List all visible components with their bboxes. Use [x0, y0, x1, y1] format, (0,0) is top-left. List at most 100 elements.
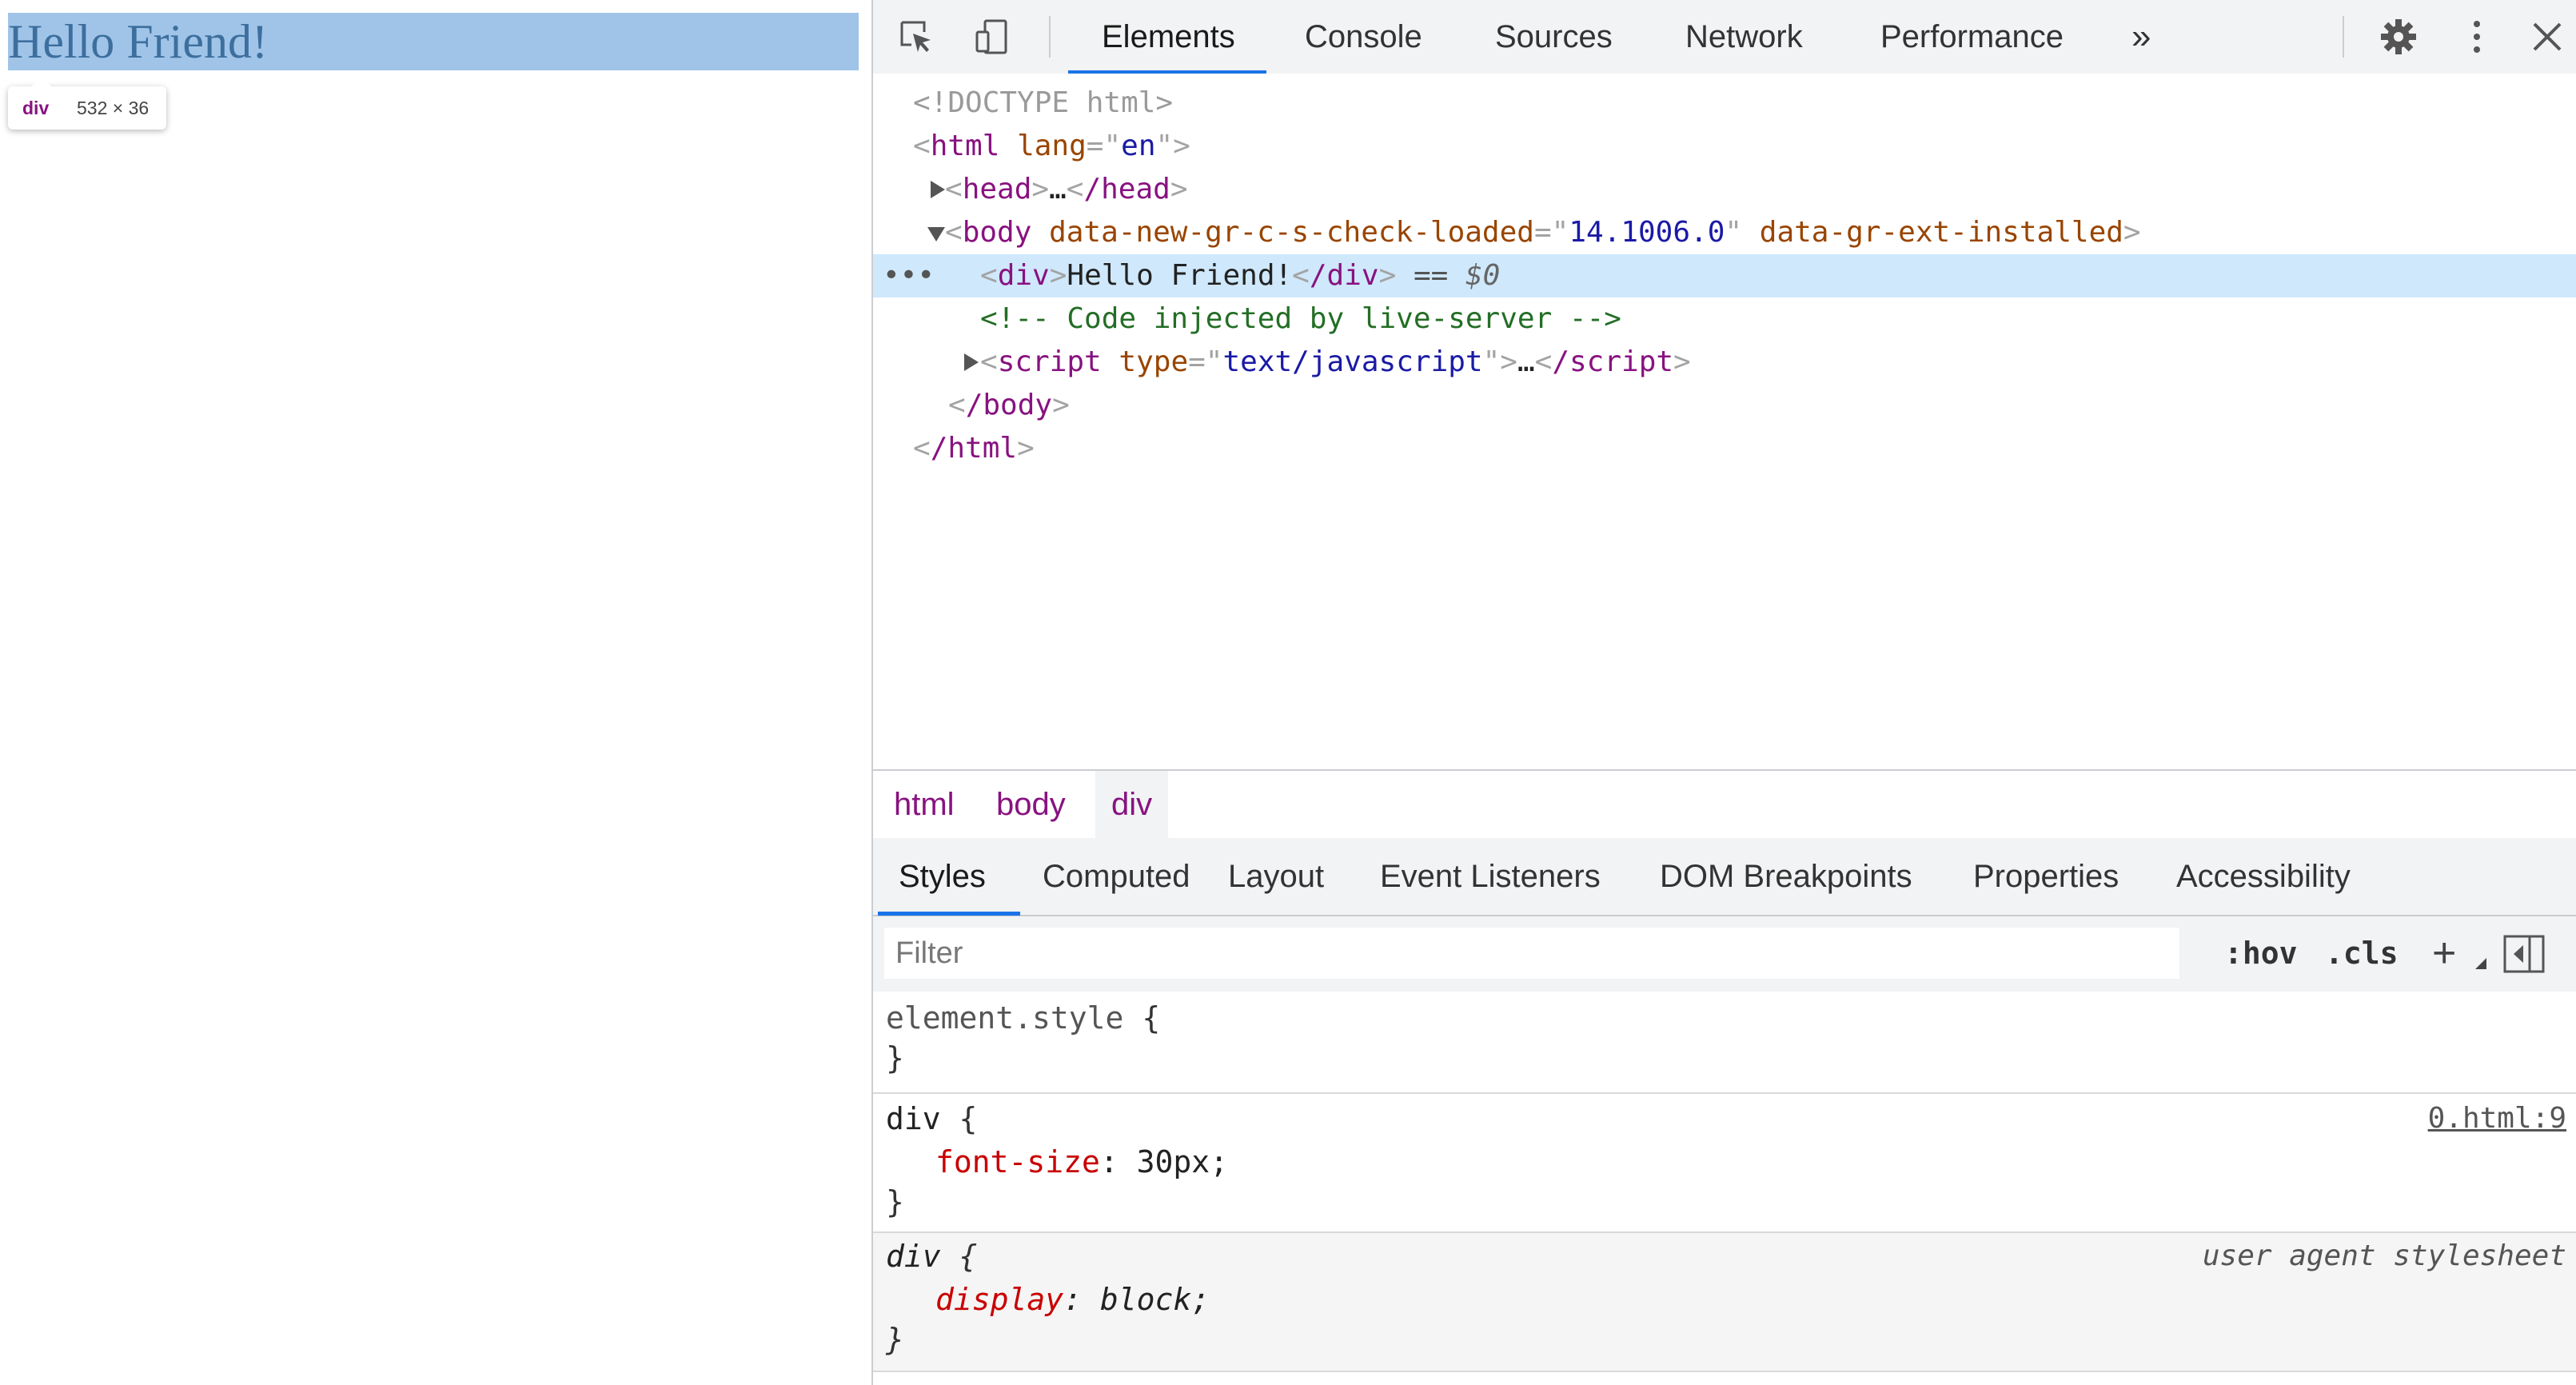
- styles-filter-input[interactable]: [884, 928, 2179, 979]
- comment-text: <!-- Code injected by live-server -->: [980, 302, 1621, 335]
- css-property: font-size: [935, 1144, 1100, 1179]
- toggle-sidebar-icon[interactable]: [2502, 934, 2546, 974]
- attr-value: 14.1006.0: [1569, 216, 1725, 249]
- rule-div: div { 0.html:9 font-size: 30px; }: [873, 1094, 2576, 1233]
- css-value: block: [1099, 1282, 1192, 1317]
- tab-event-listeners[interactable]: Event Listeners: [1380, 838, 1601, 915]
- styles-filter-bar: :hov .cls +: [873, 916, 2576, 992]
- rule-close-line: }: [886, 1182, 904, 1222]
- rule-selector: div: [886, 1239, 941, 1274]
- attr-name: lang: [1017, 130, 1087, 162]
- dom-body-close[interactable]: </body>: [948, 384, 1070, 427]
- attr-name: data-new-gr-c-s-check-loaded: [1049, 216, 1534, 249]
- tab-sources[interactable]: Sources: [1495, 0, 1613, 74]
- tab-dom-breakpoints[interactable]: DOM Breakpoints: [1660, 838, 1912, 915]
- expand-triangle-icon[interactable]: [931, 181, 945, 198]
- tab-performance[interactable]: Performance: [1880, 0, 2064, 74]
- class-toggle[interactable]: .cls: [2325, 928, 2399, 979]
- expand-triangle-icon[interactable]: [964, 353, 979, 371]
- tab-layout[interactable]: Layout: [1228, 838, 1324, 915]
- tooltip-size: 532 × 36: [77, 98, 150, 118]
- attr-value: text/javascript: [1222, 345, 1483, 378]
- gear-icon[interactable]: [2379, 18, 2418, 56]
- console-ref-eq: ==: [1413, 259, 1449, 292]
- console-ref: $0: [1465, 259, 1501, 292]
- kebab-menu-icon[interactable]: [2458, 18, 2496, 56]
- rule-source-label: user agent stylesheet: [2202, 1239, 2566, 1272]
- toolbar-separator: [1049, 16, 1051, 58]
- hover-state-toggle[interactable]: :hov: [2224, 928, 2298, 979]
- rule-selector: div: [886, 1101, 941, 1136]
- rule-brace: }: [886, 1184, 904, 1219]
- rule-close-line: }: [886, 1319, 904, 1359]
- dom-html-open[interactable]: <html lang="en">: [913, 125, 1190, 168]
- active-subtab-indicator: [878, 912, 1020, 916]
- rule-element-style: element.style { }: [873, 992, 2576, 1094]
- toolbar-separator: [2343, 16, 2344, 58]
- tag-name: /body: [965, 389, 1053, 421]
- inspect-element-icon[interactable]: [897, 18, 935, 56]
- tab-styles[interactable]: Styles: [899, 838, 986, 915]
- tab-computed[interactable]: Computed: [1043, 838, 1190, 915]
- dom-head[interactable]: <head>…</head>: [931, 168, 1188, 211]
- styles-subtabs: Styles Computed Layout Event Listeners D…: [873, 838, 2576, 916]
- dom-html-close[interactable]: </html>: [913, 427, 1035, 470]
- rule-brace: {: [959, 1239, 978, 1274]
- rule-declaration[interactable]: font-size: 30px;: [935, 1142, 1228, 1182]
- attr-name: data-gr-ext-installed: [1759, 216, 2123, 249]
- text-node: Hello Friend!: [1067, 259, 1293, 292]
- tag-name: /html: [930, 432, 1018, 465]
- new-style-rule-button[interactable]: +: [2432, 928, 2456, 979]
- collapse-triangle-icon[interactable]: [927, 227, 945, 241]
- breadcrumb-html[interactable]: html: [894, 771, 955, 838]
- highlighted-div[interactable]: Hello Friend!: [8, 13, 859, 70]
- css-value: 30px: [1136, 1144, 1210, 1179]
- tooltip-tag: div: [22, 98, 50, 118]
- attr-value: en: [1121, 130, 1156, 162]
- inspect-tooltip: div 532 × 36: [8, 77, 166, 130]
- tag-name: div: [997, 259, 1050, 292]
- tab-console[interactable]: Console: [1305, 0, 1422, 74]
- corner-triangle-icon: [2475, 958, 2486, 969]
- tab-accessibility[interactable]: Accessibility: [2176, 838, 2351, 915]
- devtools-panel: Elements Console Sources Network Perform…: [871, 0, 2576, 1385]
- dom-tree: <!DOCTYPE html> <html lang="en"> <head>……: [873, 74, 2576, 769]
- tag-name: script: [997, 345, 1102, 378]
- doctype-text: <!DOCTYPE html>: [913, 86, 1174, 119]
- tab-network[interactable]: Network: [1685, 0, 1803, 74]
- more-tabs-button[interactable]: »: [2131, 0, 2151, 74]
- css-property: display: [935, 1282, 1064, 1317]
- tag-name: /head: [1083, 173, 1170, 206]
- close-icon[interactable]: [2528, 18, 2566, 56]
- rule-user-agent-div: div { user agent stylesheet display: blo…: [873, 1233, 2576, 1372]
- rule-brace: }: [886, 1040, 904, 1076]
- rule-selector-line[interactable]: div {: [886, 1099, 977, 1139]
- more-actions-dots[interactable]: •••: [883, 254, 935, 297]
- rule-close-line: }: [886, 1038, 904, 1078]
- dom-doctype[interactable]: <!DOCTYPE html>: [913, 82, 1173, 125]
- device-toolbar-icon[interactable]: [972, 18, 1011, 56]
- rule-brace: {: [959, 1101, 978, 1136]
- breadcrumb-body[interactable]: body: [996, 771, 1066, 838]
- rule-brace: {: [1142, 1000, 1161, 1036]
- tag-name: body: [962, 216, 1032, 249]
- tab-properties[interactable]: Properties: [1973, 838, 2119, 915]
- tab-elements[interactable]: Elements: [1102, 0, 1235, 74]
- breadcrumb: html body div: [873, 769, 2576, 840]
- devtools-toolbar: Elements Console Sources Network Perform…: [873, 0, 2576, 75]
- rule-selector-line[interactable]: element.style {: [886, 998, 1160, 1038]
- rule-selector-line: div {: [886, 1236, 977, 1276]
- breadcrumb-div[interactable]: div: [1095, 771, 1169, 838]
- dom-body-open[interactable]: <body data-new-gr-c-s-check-loaded="14.1…: [927, 211, 2141, 254]
- dom-script[interactable]: <script type="text/javascript">…</script…: [964, 341, 1691, 384]
- attr-name: type: [1119, 345, 1189, 378]
- dom-div-selected[interactable]: ••• <div>Hello Friend!</div> == $0: [873, 254, 2576, 297]
- rule-selector: element.style: [886, 1000, 1124, 1036]
- dom-comment[interactable]: <!-- Code injected by live-server -->: [980, 297, 1621, 341]
- collapsed-ellipsis: …: [1049, 173, 1067, 206]
- tag-name: head: [962, 173, 1032, 206]
- collapsed-ellipsis: …: [1517, 345, 1535, 378]
- tag-name: /div: [1309, 259, 1379, 292]
- page-viewport: Hello Friend! div 532 × 36: [0, 0, 871, 1385]
- rule-source-link[interactable]: 0.html:9: [2428, 1099, 2566, 1139]
